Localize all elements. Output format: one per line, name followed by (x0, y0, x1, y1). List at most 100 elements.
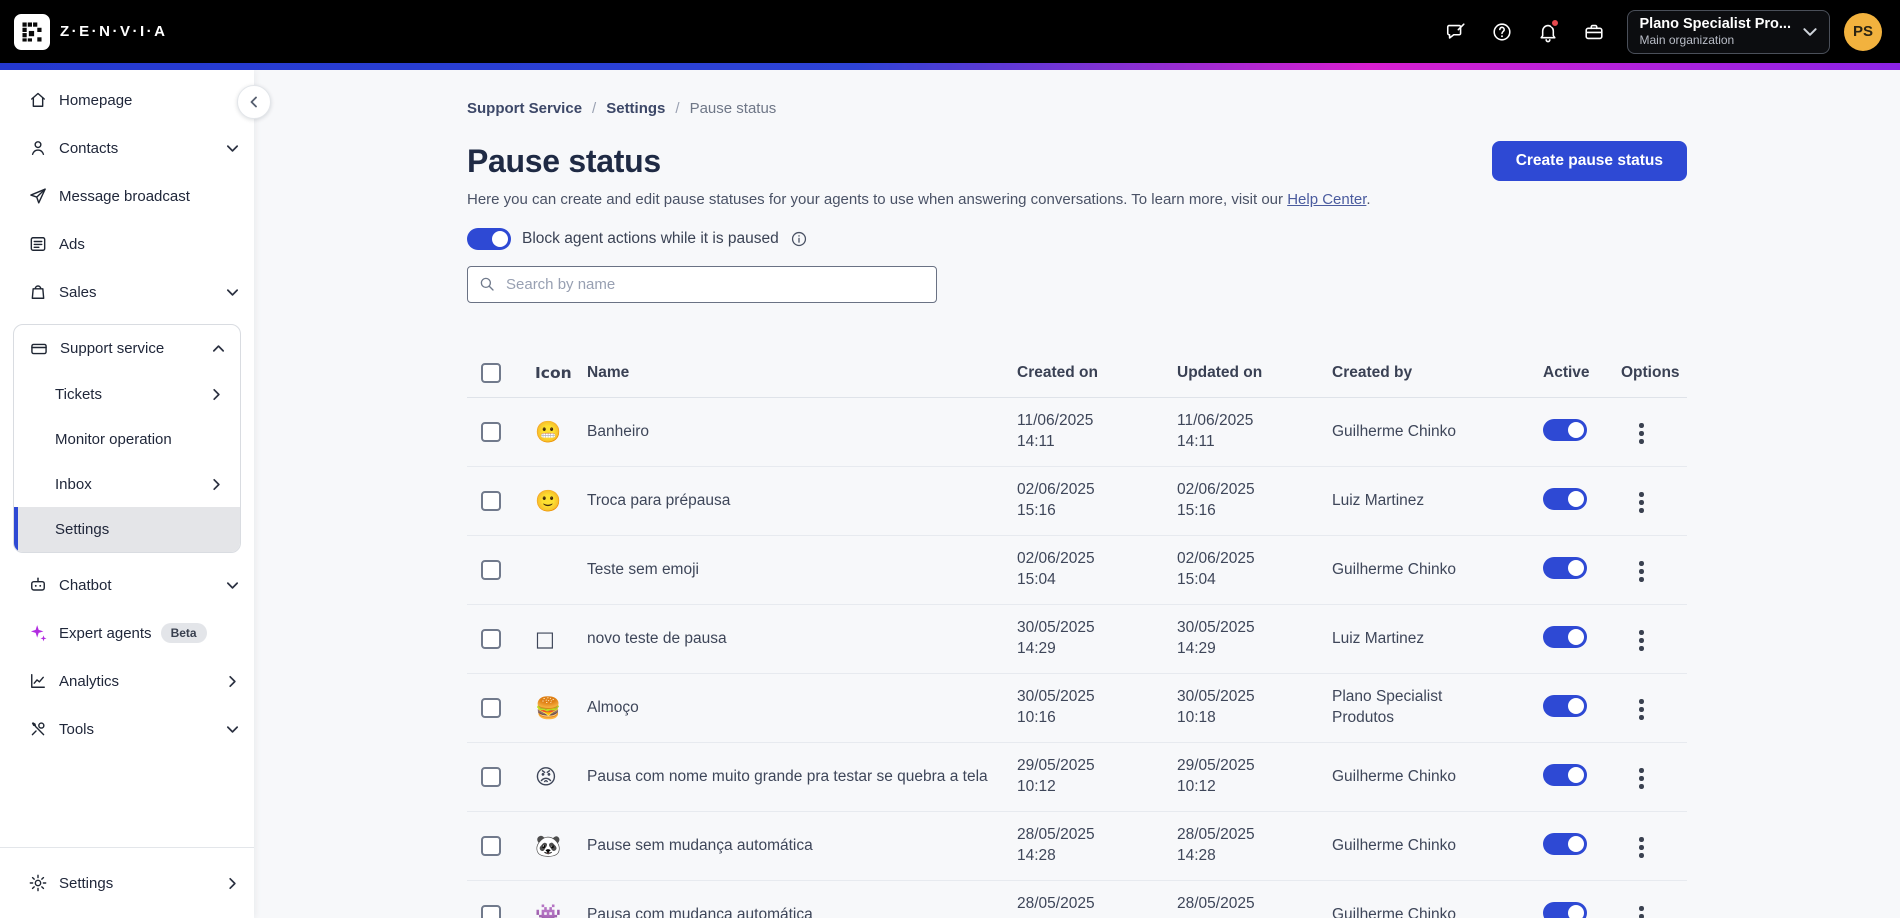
chevron-down-icon (1801, 23, 1819, 41)
org-selector[interactable]: Plano Specialist Pro... Main organizatio… (1626, 9, 1830, 54)
row-checkbox[interactable] (481, 698, 501, 718)
row-options-button[interactable] (1633, 486, 1650, 519)
row-checkbox[interactable] (481, 767, 501, 787)
notifications-icon[interactable] (1525, 9, 1571, 55)
help-icon[interactable] (1479, 9, 1525, 55)
sidebar-collapse-button[interactable] (237, 85, 271, 119)
sidebar-nav: Homepage Contacts Message broadcast Ads Sale… (0, 76, 254, 753)
search-input[interactable] (467, 266, 937, 303)
sidebar-item-expert-agents[interactable]: Expert agents Beta (0, 609, 254, 657)
row-updated-on: 28/05/202513:31 (1177, 895, 1255, 918)
row-active-toggle[interactable] (1543, 901, 1587, 918)
table-row: 🐼 Pause sem mudança automática 28/05/202… (467, 812, 1687, 881)
row-created-on: 28/05/202513:31 (1017, 895, 1095, 918)
table-row: □ novo teste de pausa 30/05/2025 14:29 30… (467, 605, 1687, 674)
column-updated-on: Updated on (1177, 364, 1263, 381)
sidebar-item-monitor-operation[interactable]: Monitor operation (14, 417, 240, 462)
row-options-button[interactable] (1633, 831, 1650, 864)
select-all-checkbox[interactable] (481, 363, 501, 383)
row-checkbox[interactable] (481, 629, 501, 649)
description-text: Here you can create and edit pause statu… (467, 191, 1284, 208)
sidebar-item-support-service[interactable]: Support service (14, 325, 240, 372)
help-center-link[interactable]: Help Center (1287, 191, 1366, 208)
table-row: 😡 Pausa com nome muito grande pra testar… (467, 743, 1687, 812)
block-agent-actions-toggle[interactable] (467, 228, 511, 250)
create-pause-status-button[interactable]: Create pause status (1491, 141, 1687, 181)
row-active-toggle[interactable] (1543, 418, 1587, 441)
sidebar-item-label: Chatbot (59, 576, 112, 594)
zenvia-logo[interactable] (14, 13, 50, 50)
sidebar-item-tickets[interactable]: Tickets (14, 372, 240, 417)
sidebar-item-inbox[interactable]: Inbox (14, 462, 240, 507)
row-updated-on: 02/06/2025 15:16 (1177, 481, 1255, 519)
sidebar-item-settings[interactable]: Settings (0, 859, 254, 907)
support-icon (29, 339, 49, 359)
sidebar-item-analytics[interactable]: Analytics (0, 657, 254, 705)
table-row: Teste sem emoji 02/06/2025 15:04 02/06/20… (467, 536, 1687, 605)
row-created-on: 29/05/2025 10:12 (1017, 757, 1095, 795)
sidebar-item-label: Support service (60, 340, 165, 357)
sidebar-item-label: Ads (59, 235, 85, 253)
sidebar-bottom: Settings (0, 847, 254, 918)
row-created-by: Luiz Martinez (1332, 491, 1425, 509)
row-updated-on: 30/05/2025 14:29 (1177, 619, 1255, 657)
row-emoji: 🍔 (535, 695, 562, 720)
row-checkbox[interactable] (481, 422, 501, 442)
row-options-button[interactable] (1633, 693, 1650, 726)
breadcrumb-support-service[interactable]: Support Service (467, 100, 582, 117)
row-emoji: 🙂 (535, 488, 562, 513)
row-options-button[interactable] (1633, 762, 1650, 795)
row-updated-on: 28/05/2025 14:28 (1177, 826, 1255, 864)
row-checkbox[interactable] (481, 905, 501, 918)
chevron-right-icon (225, 674, 240, 689)
sidebar-item-message-broadcast[interactable]: Message broadcast (0, 172, 254, 220)
table-row: 🙂 Troca para prépausa 02/06/2025 15:16 02… (467, 467, 1687, 536)
row-options-button[interactable] (1633, 624, 1650, 657)
table-body: 😬 Banheiro 11/06/2025 14:11 11/06/2025 14:… (467, 398, 1687, 918)
row-emoji: 😬 (535, 419, 562, 444)
row-active-toggle[interactable] (1543, 832, 1587, 855)
sidebar-item-label: Tools (59, 720, 95, 738)
row-checkbox[interactable] (481, 491, 501, 511)
row-created-by: Guilherme Chinko (1332, 422, 1457, 440)
avatar[interactable]: PS (1844, 12, 1882, 51)
workspace-icon[interactable] (1571, 9, 1617, 55)
info-icon[interactable] (790, 230, 808, 248)
org-subtitle: Main organization (1639, 33, 1735, 48)
search-icon (478, 275, 496, 298)
sidebar-item-label: Contacts (59, 139, 119, 157)
table-row: 👾 Pausa com mudança automática 28/05/202… (467, 881, 1687, 918)
sidebar-item-contacts[interactable]: Contacts (0, 124, 254, 172)
brand-text: Z·E·N·V·I·A (60, 23, 168, 40)
broadcast-icon (28, 186, 48, 206)
column-name: Name (587, 364, 630, 381)
table-header: Icon Name Created on Updated on Created … (467, 355, 1687, 398)
row-created-on: 28/05/2025 14:28 (1017, 826, 1095, 864)
row-active-toggle[interactable] (1543, 487, 1587, 510)
row-checkbox[interactable] (481, 836, 501, 856)
chevron-down-icon (225, 285, 240, 300)
row-active-toggle[interactable] (1543, 556, 1587, 579)
row-emoji: □ (535, 627, 555, 651)
breadcrumb-current: Pause status (689, 100, 777, 117)
row-active-toggle[interactable] (1543, 763, 1587, 786)
chevron-right-icon (209, 477, 224, 492)
sidebar-item-settings[interactable]: Settings (14, 507, 240, 552)
breadcrumb-settings[interactable]: Settings (606, 100, 665, 117)
chat-compose-icon[interactable] (1433, 9, 1479, 55)
row-updated-on: 30/05/2025 10:18 (1177, 688, 1255, 726)
row-active-toggle[interactable] (1543, 694, 1587, 717)
row-options-button[interactable] (1633, 900, 1650, 918)
sidebar-item-ads[interactable]: Ads (0, 220, 254, 268)
row-active-toggle[interactable] (1543, 625, 1587, 648)
beta-badge: Beta (160, 623, 207, 643)
sidebar-item-tools[interactable]: Tools (0, 705, 254, 753)
row-name: Almoço (587, 698, 639, 716)
row-options-button[interactable] (1633, 555, 1650, 588)
row-options-button[interactable] (1633, 417, 1650, 450)
sidebar-item-homepage[interactable]: Homepage (0, 76, 254, 124)
sidebar-item-label: Analytics (59, 672, 120, 690)
row-checkbox[interactable] (481, 560, 501, 580)
sidebar-item-sales[interactable]: Sales (0, 268, 254, 316)
sidebar-item-chatbot[interactable]: Chatbot (0, 561, 254, 609)
